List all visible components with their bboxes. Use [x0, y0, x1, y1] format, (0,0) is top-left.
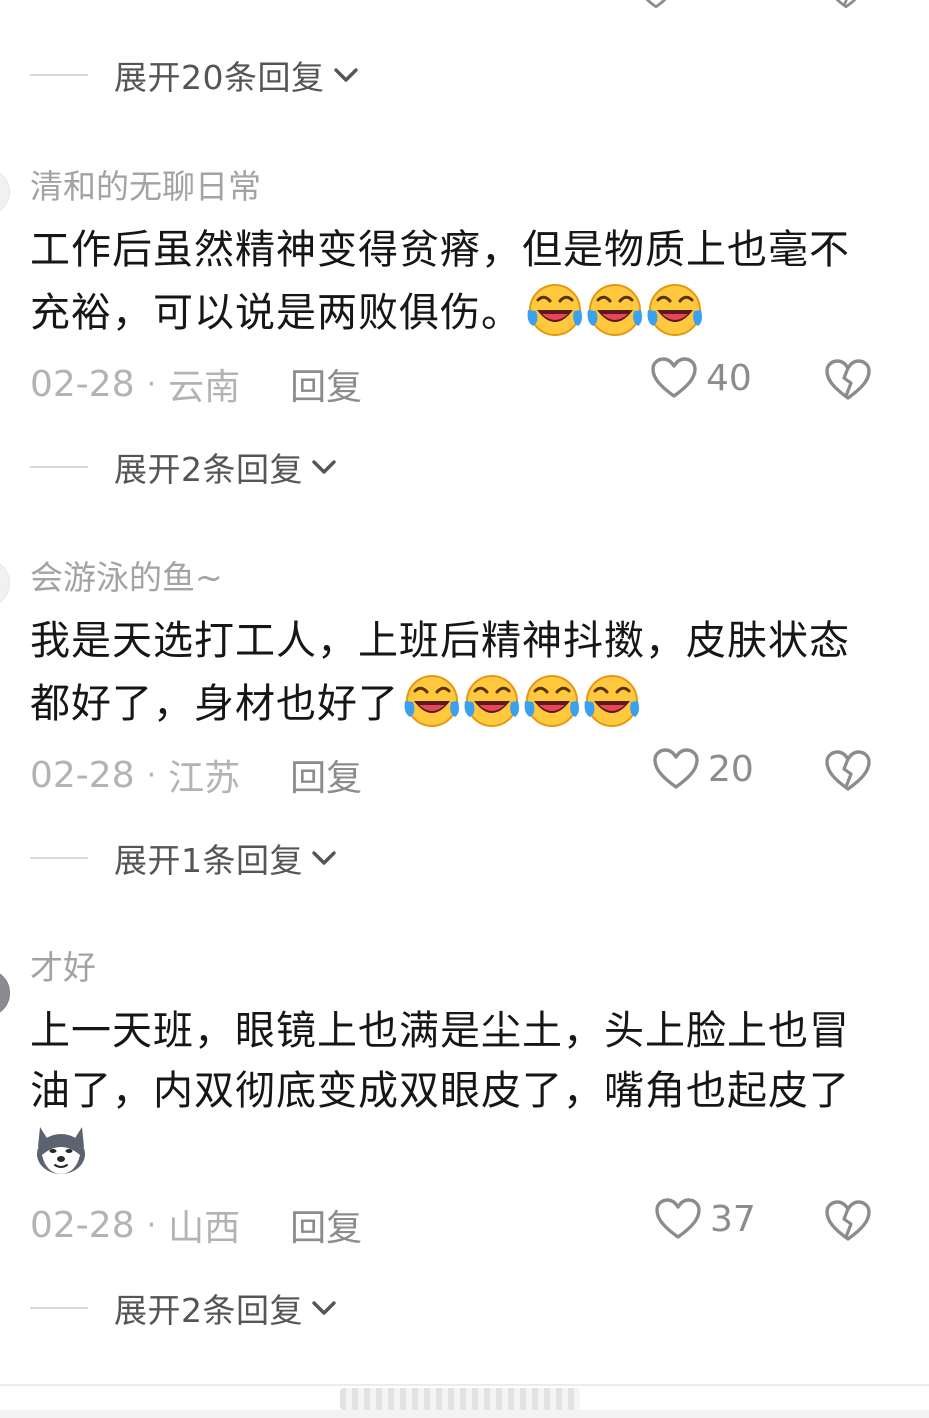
comment-text-body: 工作后虽然精神变得贫瘠，但是物质上也毫不充裕，可以说是两败俱伤。	[30, 227, 850, 336]
divider-line	[30, 74, 88, 76]
comment-text: 上一天班，眼镜上也满是尘土，头上脸上也冒油了，内双彻底变成双眼皮了，嘴角也起皮了	[30, 1001, 890, 1184]
reply-button[interactable]: 回复	[290, 1199, 362, 1251]
comment-location: 江苏	[168, 758, 241, 799]
chevron-down-icon	[309, 452, 339, 482]
expand-replies-button[interactable]: 展开2条回复	[30, 444, 339, 490]
broken-heart-icon	[826, 0, 866, 10]
broken-heart-icon[interactable]	[824, 749, 872, 793]
comment-meta: 02-28 · 山西 回复	[30, 1199, 362, 1251]
husky-dog-emoji	[32, 1121, 90, 1179]
comment-date: 02-28	[30, 754, 135, 796]
divider-line	[30, 1307, 88, 1309]
like-button[interactable]: 20	[652, 747, 754, 791]
avatar[interactable]	[0, 969, 10, 1017]
meta-separator: ·	[146, 1207, 157, 1243]
comment-meta: 02-28 · 江苏 回复	[30, 749, 362, 801]
expand-replies-button[interactable]: 展开20条回复	[30, 52, 361, 98]
comment-username[interactable]: 清和的无聊日常	[30, 160, 261, 208]
comment-text: 工作后虽然精神变得贫瘠，但是物质上也毫不充裕，可以说是两败俱伤。	[30, 220, 890, 343]
like-button[interactable]: 40	[650, 356, 752, 400]
like-button[interactable]: 37	[654, 1197, 756, 1241]
laugh-cry-emoji	[584, 280, 642, 338]
comment-meta: 02-28 · 云南 回复	[30, 358, 362, 410]
comment-username[interactable]: 才好	[30, 941, 96, 989]
expand-replies-label: 展开2条回复	[114, 1291, 303, 1330]
reply-button[interactable]: 回复	[290, 358, 362, 410]
broken-heart-icon[interactable]	[824, 358, 872, 402]
expand-replies-button[interactable]: 展开1条回复	[30, 835, 339, 881]
chevron-down-icon	[331, 60, 361, 90]
comment-text-body: 上一天班，眼镜上也满是尘土，头上脸上也冒油了，内双彻底变成双眼皮了，嘴角也起皮了	[30, 1008, 850, 1114]
bottom-input-bar	[0, 1384, 929, 1418]
laugh-cry-emoji	[581, 671, 639, 729]
avatar[interactable]	[0, 168, 10, 216]
laugh-cry-emoji	[461, 671, 519, 729]
heart-icon[interactable]	[650, 356, 698, 400]
comment-username[interactable]: 会游泳的鱼~	[30, 551, 223, 599]
expand-replies-button[interactable]: 展开2条回复	[30, 1285, 339, 1331]
expand-replies-label: 展开2条回复	[114, 450, 303, 489]
laugh-cry-emoji	[644, 280, 702, 338]
heart-icon[interactable]	[652, 747, 700, 791]
previous-comment-clipped	[0, 0, 929, 14]
bar-background	[0, 1410, 929, 1418]
meta-separator: ·	[146, 366, 157, 402]
reply-button[interactable]: 回复	[290, 749, 362, 801]
comment-date: 02-28	[30, 1204, 135, 1246]
like-count: 37	[710, 1198, 756, 1240]
like-count: 40	[706, 357, 752, 399]
broken-heart-icon[interactable]	[824, 1199, 872, 1243]
heart-icon	[636, 0, 676, 10]
meta-separator: ·	[146, 757, 157, 793]
expand-replies-label: 展开1条回复	[114, 841, 303, 880]
divider-line	[30, 857, 88, 859]
comment-text: 我是天选打工人，上班后精神抖擞，皮肤状态都好了，身材也好了	[30, 611, 890, 734]
like-count: 20	[708, 748, 754, 790]
comment-location: 云南	[168, 367, 241, 408]
divider-line	[0, 1384, 929, 1386]
laugh-cry-emoji	[521, 671, 579, 729]
divider-line	[30, 466, 88, 468]
comment-date: 02-28	[30, 363, 135, 405]
comment-location: 山西	[168, 1208, 241, 1249]
avatar[interactable]	[0, 559, 10, 607]
chevron-down-icon	[309, 843, 339, 873]
expand-replies-label: 展开20条回复	[114, 58, 325, 97]
blurred-content	[340, 1388, 580, 1410]
laugh-cry-emoji	[524, 280, 582, 338]
heart-icon[interactable]	[654, 1197, 702, 1241]
laugh-cry-emoji	[401, 671, 459, 729]
chevron-down-icon	[309, 1293, 339, 1323]
